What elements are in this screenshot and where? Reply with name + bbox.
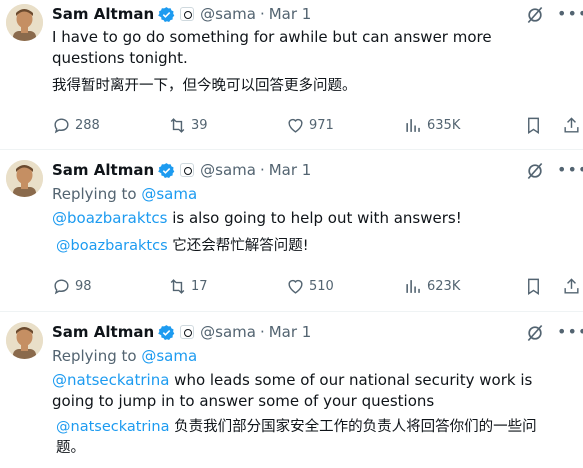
tweet-text: I have to go do something for awhile but… bbox=[52, 28, 492, 67]
like-count: 971 bbox=[309, 118, 334, 133]
grok-icon[interactable] bbox=[525, 5, 545, 25]
reply-icon bbox=[54, 118, 69, 134]
tweet-translation: @boazbaraktcs 它还会帮忙解答问题! bbox=[56, 236, 566, 257]
bookmark-button[interactable] bbox=[524, 116, 547, 135]
timestamp[interactable]: Mar 1 bbox=[269, 323, 312, 341]
reply-button[interactable]: 98 bbox=[52, 277, 92, 296]
separator: · bbox=[259, 161, 265, 179]
translation-text: 它还会帮忙解答问题! bbox=[167, 238, 309, 254]
tweet-text: @natseckatrina who leads some of our nat… bbox=[52, 370, 562, 412]
like-button[interactable]: 971 bbox=[286, 116, 334, 135]
separator: · bbox=[259, 323, 265, 341]
translation-text: 我得暂时离开一下，但今晚可以回答更多问题。 bbox=[52, 78, 357, 94]
author-name[interactable]: Sam Altman bbox=[52, 161, 154, 179]
share-button[interactable] bbox=[562, 277, 583, 296]
replying-to: Replying to @sama bbox=[52, 185, 197, 203]
author-handle[interactable]: @sama bbox=[200, 161, 256, 179]
affiliate-badge-icon[interactable] bbox=[180, 325, 195, 339]
translation-mention-link[interactable]: @boazbaraktcs bbox=[56, 238, 168, 254]
tweet-text: @boazbaraktcs is also going to help out … bbox=[52, 208, 562, 229]
views-count: 623K bbox=[427, 279, 461, 294]
mention-link[interactable]: @boazbaraktcs bbox=[52, 209, 167, 227]
author-handle[interactable]: @sama bbox=[200, 5, 256, 23]
tweet[interactable]: Sam Altman @sama · Mar 1 ••• Replying to… bbox=[0, 312, 583, 468]
views-button[interactable]: 635K bbox=[404, 116, 460, 135]
avatar[interactable] bbox=[6, 4, 43, 41]
tweet-header: Sam Altman @sama · Mar 1 bbox=[52, 322, 311, 342]
like-icon bbox=[288, 279, 303, 294]
share-icon bbox=[564, 278, 579, 294]
like-button[interactable]: 510 bbox=[286, 277, 334, 296]
grok-icon[interactable] bbox=[525, 323, 545, 343]
separator: · bbox=[259, 5, 265, 23]
reply-button[interactable]: 288 bbox=[52, 116, 100, 135]
views-count: 635K bbox=[427, 118, 461, 133]
bookmark-button[interactable] bbox=[524, 277, 547, 296]
reply-count: 98 bbox=[75, 279, 92, 294]
translation-mention-link[interactable]: @natseckatrina bbox=[56, 419, 170, 435]
replying-to-label: Replying to bbox=[52, 347, 142, 365]
verified-badge-icon bbox=[158, 162, 175, 178]
tweet-translation: 我得暂时离开一下，但今晚可以回答更多问题。 bbox=[52, 76, 562, 97]
tweet-header: Sam Altman @sama · Mar 1 bbox=[52, 160, 311, 180]
avatar[interactable] bbox=[6, 322, 43, 359]
replying-to-handle[interactable]: @sama bbox=[141, 347, 197, 365]
verified-badge-icon bbox=[158, 324, 175, 340]
repost-count: 39 bbox=[191, 118, 208, 133]
author-handle[interactable]: @sama bbox=[200, 323, 256, 341]
reply-count: 288 bbox=[75, 118, 100, 133]
repost-count: 17 bbox=[191, 279, 208, 294]
tweet-body: is also going to help out with answers! bbox=[167, 209, 462, 227]
grok-icon[interactable] bbox=[525, 161, 545, 181]
more-icon[interactable]: ••• bbox=[557, 324, 583, 344]
more-icon[interactable]: ••• bbox=[557, 162, 583, 182]
verified-badge-icon bbox=[158, 6, 175, 22]
affiliate-badge-icon[interactable] bbox=[180, 163, 195, 177]
like-icon bbox=[288, 118, 303, 133]
tweet-actions: 288 39 971 635K bbox=[52, 116, 579, 136]
mention-link[interactable]: @natseckatrina bbox=[52, 371, 169, 389]
timestamp[interactable]: Mar 1 bbox=[269, 5, 312, 23]
share-icon bbox=[564, 117, 579, 133]
author-name[interactable]: Sam Altman bbox=[52, 323, 154, 341]
tweet-translation: @natseckatrina 负责我们部分国家安全工作的负责人将回答你们的一些问… bbox=[56, 417, 562, 459]
repost-button[interactable]: 17 bbox=[168, 277, 208, 296]
views-button[interactable]: 623K bbox=[404, 277, 460, 296]
replying-to-handle[interactable]: @sama bbox=[141, 185, 197, 203]
views-icon bbox=[406, 280, 420, 293]
like-count: 510 bbox=[309, 279, 334, 294]
avatar[interactable] bbox=[6, 160, 43, 197]
affiliate-badge-icon[interactable] bbox=[180, 7, 195, 21]
reply-icon bbox=[54, 279, 69, 295]
views-icon bbox=[406, 119, 420, 132]
repost-icon bbox=[170, 118, 185, 133]
repost-icon bbox=[170, 279, 185, 294]
tweet[interactable]: Sam Altman @sama · Mar 1 ••• I have to g… bbox=[0, 0, 583, 150]
repost-button[interactable]: 39 bbox=[168, 116, 208, 135]
author-name[interactable]: Sam Altman bbox=[52, 5, 154, 23]
bookmark-icon bbox=[528, 278, 539, 295]
more-icon[interactable]: ••• bbox=[557, 6, 583, 26]
tweet[interactable]: Sam Altman @sama · Mar 1 ••• Replying to… bbox=[0, 150, 583, 312]
timestamp[interactable]: Mar 1 bbox=[269, 161, 312, 179]
replying-to-label: Replying to bbox=[52, 185, 142, 203]
bookmark-icon bbox=[528, 117, 539, 134]
tweet-header: Sam Altman @sama · Mar 1 bbox=[52, 4, 311, 24]
tweet-actions: 98 17 510 623K bbox=[52, 277, 579, 297]
replying-to: Replying to @sama bbox=[52, 347, 197, 365]
share-button[interactable] bbox=[562, 116, 583, 135]
